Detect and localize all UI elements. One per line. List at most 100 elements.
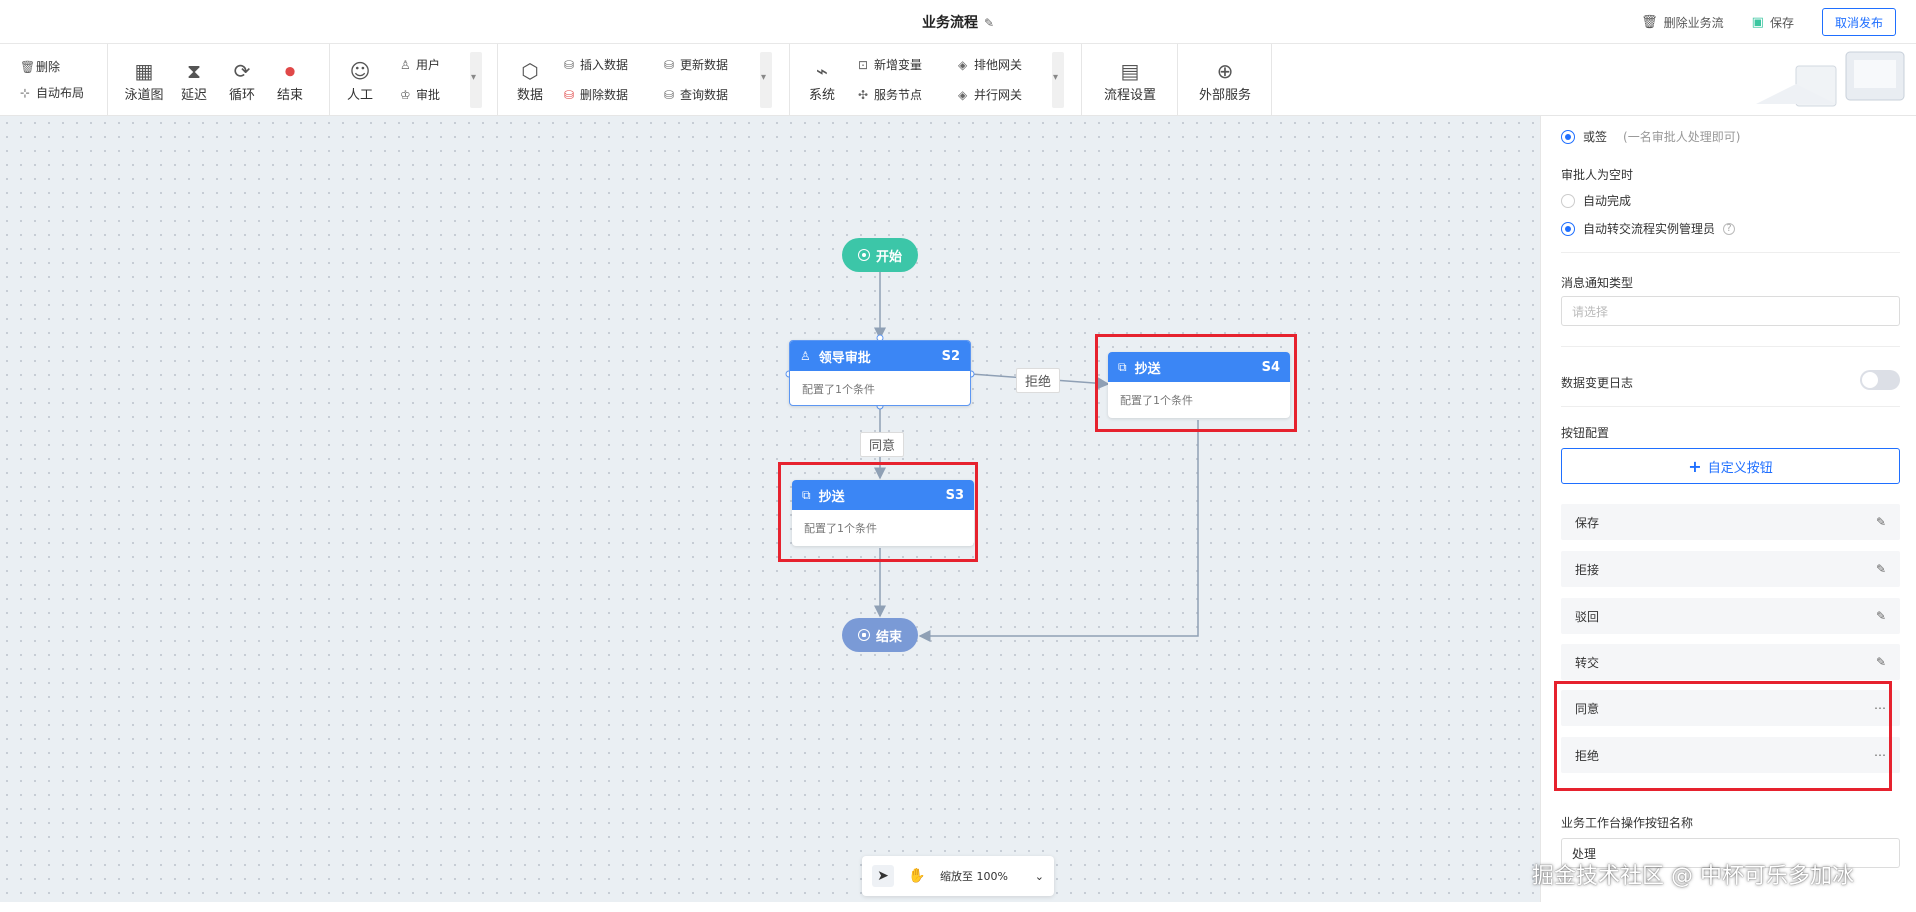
db-insert-icon: ⛁ [564, 58, 575, 72]
toolbar-manual-label: 人工 [346, 88, 373, 103]
button-row-refuse[interactable]: 拒接 ✎ [1561, 551, 1900, 587]
unpublish-button[interactable]: 取消发布 [1821, 8, 1896, 36]
pencil-icon[interactable]: ✎ [1876, 609, 1886, 623]
toolbar-external-service[interactable]: ⊕ 外部服务 [1193, 58, 1257, 103]
node-s2-header: ♙ 领导审批 S2 [790, 341, 970, 371]
toolbar-parallel-gateway[interactable]: ◈ 并行网关 [958, 86, 1022, 103]
node-s2[interactable]: ♙ 领导审批 S2 配置了1个条件 [789, 340, 971, 406]
hand-icon[interactable]: ✋ [906, 865, 928, 887]
toolbar-process-settings-label: 流程设置 [1103, 88, 1156, 103]
monitor-icon: ⌁ [815, 59, 829, 83]
settings-doc-icon: ▤ [1120, 59, 1140, 83]
edge-label-agree[interactable]: 同意 [860, 432, 905, 457]
toolbar-delete-data-label: 删除数据 [580, 88, 629, 102]
delete-flow-button[interactable]: 🗑 删除业务流 [1641, 14, 1724, 31]
start-icon [857, 249, 870, 261]
toolbar-data-more-dropdown[interactable] [760, 52, 772, 108]
chevron-down-icon[interactable]: ⌄ [1035, 870, 1044, 883]
button-config-label: 按钮配置 [1561, 426, 1610, 440]
highlight-box-buttons [1554, 681, 1892, 791]
toolbar-end[interactable]: ⏺ 结束 [264, 58, 316, 103]
flow-canvas[interactable]: 开始 ♙ 领导审批 S2 配置了1个条件 ⧉ 抄送 S3 配置了1个条件 ⧉ 抄… [0, 116, 1540, 902]
toolbar-group-control: ▦ 泳道图 ⧗ 延迟 ⟳ 循环 ⏺ 结束 [108, 44, 330, 116]
notify-type-select[interactable]: 请选择 [1561, 296, 1900, 326]
toolbar-process-settings[interactable]: ▤ 流程设置 [1098, 58, 1162, 103]
trash-icon: 🗑 [1641, 14, 1658, 30]
toolbar-user[interactable]: ♙ 用户 [400, 56, 440, 73]
button-row-save[interactable]: 保存 ✎ [1561, 504, 1900, 540]
toolbar-system-more-dropdown[interactable] [1052, 52, 1064, 108]
edge-label-reject[interactable]: 拒绝 [1016, 368, 1061, 393]
end-node[interactable]: 结束 [842, 618, 918, 652]
toolbar-manual[interactable]: ☺ 人工 [334, 58, 386, 103]
toolbar-group-edit: 🗑删除 ⊹ 自动布局 [0, 44, 108, 116]
pencil-icon[interactable]: ✎ [984, 16, 994, 30]
radio-auto-transfer[interactable]: 自动转交流程实例管理员 ? [1561, 220, 1900, 237]
toolbar-approve[interactable]: ♔ 审批 [400, 86, 440, 103]
toolbar-parallel-gateway-label: 并行网关 [974, 88, 1023, 102]
db-update-icon: ⛁ [664, 58, 675, 72]
divider [1561, 346, 1900, 347]
button-row-label: 拒接 [1575, 562, 1600, 577]
toolbar-system[interactable]: ⌁ 系统 [796, 58, 848, 103]
service-icon: ✣ [858, 88, 869, 102]
toolbar-delay[interactable]: ⧗ 延迟 [168, 58, 220, 103]
toolbar-delete-data[interactable]: ⛁ 删除数据 [564, 86, 628, 103]
user-icon: ♙ [400, 58, 411, 72]
toolbar-query-data[interactable]: ⛁ 查询数据 [664, 86, 728, 103]
auto-transfer-label: 自动转交流程实例管理员 [1583, 222, 1716, 236]
toolbar-auto-layout-label: 自动布局 [36, 86, 85, 100]
toolbar-loop[interactable]: ⟳ 循环 [216, 58, 268, 103]
button-row-label: 驳回 [1575, 609, 1600, 624]
toolbar-group-system: ⌁ 系统 ⊡ 新增变量 ✣ 服务节点 ◈ 排他网关 ◈ 并行网关 [790, 44, 1082, 116]
toolbar-more-dropdown[interactable] [470, 52, 482, 108]
pointer-icon[interactable]: ➤ [872, 865, 894, 887]
pencil-icon[interactable]: ✎ [1876, 655, 1886, 669]
hourglass-icon: ⧗ [186, 59, 202, 83]
toolbar-data[interactable]: ⬡ 数据 [504, 58, 556, 103]
parallel-gateway-icon: ◈ [958, 88, 968, 102]
user-icon: ♙ [800, 349, 811, 363]
layout-icon: ⊹ [20, 86, 31, 100]
toolbar-auto-layout[interactable]: ⊹ 自动布局 [20, 84, 84, 101]
save-label: 保存 [1769, 15, 1794, 30]
toolbar-insert-data[interactable]: ⛁ 插入数据 [564, 56, 628, 73]
radio-or-sign[interactable]: 或签 (一名审批人处理即可) [1561, 128, 1900, 145]
radio-auto-complete[interactable]: 自动完成 [1561, 192, 1900, 209]
toolbar-user-label: 用户 [416, 58, 441, 72]
highlight-box-s3 [778, 462, 978, 562]
toolbar-group-settings: ▤ 流程设置 [1082, 44, 1178, 116]
person-icon: ☺ [349, 59, 371, 83]
page-title-text: 业务流程 [921, 15, 978, 31]
start-node[interactable]: 开始 [842, 238, 918, 272]
toolbar-new-var[interactable]: ⊡ 新增变量 [858, 56, 922, 73]
divider [1561, 406, 1900, 407]
toolbar-end-label: 结束 [276, 88, 303, 103]
node-s2-title: 领导审批 [818, 350, 871, 366]
button-row-return[interactable]: 驳回 ✎ [1561, 598, 1900, 634]
toolbar-new-var-label: 新增变量 [874, 58, 923, 72]
toolbar-system-label: 系统 [808, 88, 835, 103]
toolbar-swimlane-label: 泳道图 [124, 88, 164, 103]
toolbar-delete[interactable]: 🗑删除 [20, 58, 60, 75]
node-s2-code: S2 [941, 348, 960, 364]
toolbar-service-node[interactable]: ✣ 服务节点 [858, 86, 922, 103]
zoom-level[interactable]: 缩放至 100% [940, 868, 1008, 884]
data-change-log-label: 数据变更日志 [1561, 376, 1634, 390]
toolbar-swimlane[interactable]: ▦ 泳道图 [118, 58, 170, 103]
save-button[interactable]: ▣ 保存 [1752, 14, 1794, 31]
data-change-log-toggle[interactable] [1860, 370, 1900, 390]
pencil-icon[interactable]: ✎ [1876, 562, 1886, 576]
toolbar-update-data[interactable]: ⛁ 更新数据 [664, 56, 728, 73]
toolbar-delay-label: 延迟 [180, 88, 207, 103]
pencil-icon[interactable]: ✎ [1876, 515, 1886, 529]
button-row-transfer[interactable]: 转交 ✎ [1561, 644, 1900, 680]
help-icon[interactable]: ? [1723, 222, 1736, 235]
edge-layer [785, 272, 1199, 642]
toolbar-exclusive-gateway[interactable]: ◈ 排他网关 [958, 56, 1022, 73]
empty-approver-label: 审批人为空时 [1561, 168, 1634, 182]
radio-checked-icon [1561, 221, 1575, 236]
node-s2-desc: 配置了1个条件 [802, 383, 875, 396]
data-change-log-row: 数据变更日志 [1561, 370, 1900, 391]
custom-button[interactable]: + 自定义按钮 [1561, 448, 1900, 484]
